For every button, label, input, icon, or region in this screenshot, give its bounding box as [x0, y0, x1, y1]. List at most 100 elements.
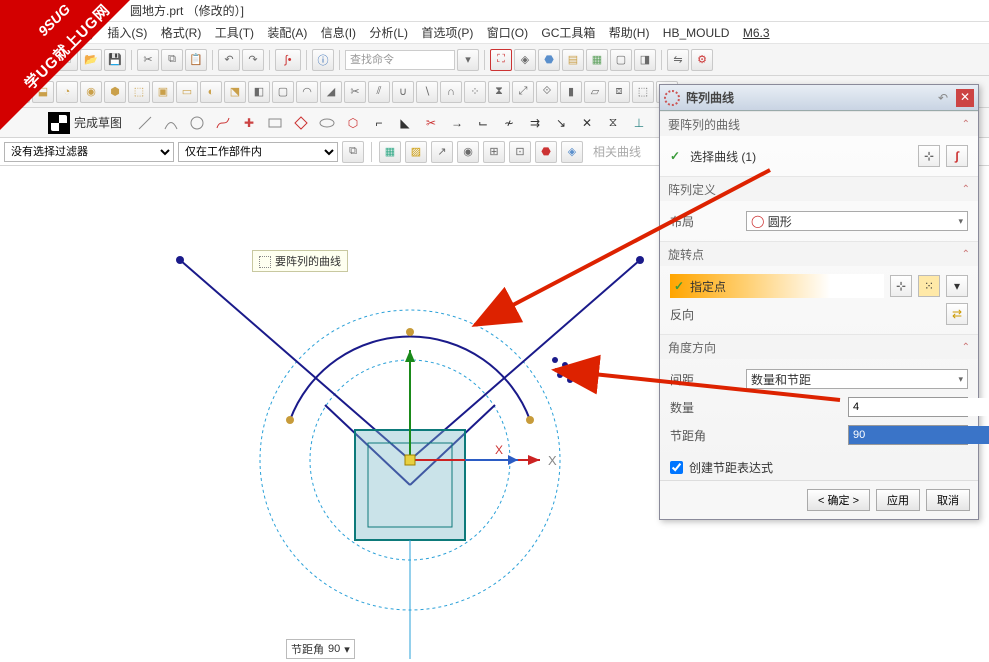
scale-icon[interactable]: ⤢ [512, 81, 534, 103]
point-icon[interactable]: ✚ [238, 112, 260, 134]
apply-button[interactable]: 应用 [876, 489, 920, 511]
layer-icon[interactable]: ▤ [562, 49, 584, 71]
pad-icon[interactable]: ▣ [152, 81, 174, 103]
clip-icon[interactable]: ◨ [634, 49, 656, 71]
extract-icon[interactable]: ⬚ [632, 81, 654, 103]
copy-icon[interactable]: ⧉ [161, 49, 183, 71]
wcs-icon[interactable]: ▦ [586, 49, 608, 71]
dialog-close-icon[interactable]: ✕ [956, 89, 974, 107]
filter-btn7-icon[interactable]: ⊡ [509, 141, 531, 163]
arc-icon[interactable] [160, 112, 182, 134]
mirror2-icon[interactable]: ⧗ [488, 81, 510, 103]
circle-icon[interactable] [186, 112, 208, 134]
constraint-icon[interactable]: ⊥ [628, 112, 650, 134]
split-icon[interactable]: ⫽ [368, 81, 390, 103]
polygon-icon[interactable] [290, 112, 312, 134]
filter-btn5-icon[interactable]: ◉ [457, 141, 479, 163]
project-icon[interactable]: ↘ [550, 112, 572, 134]
edge-icon[interactable]: ▢ [610, 49, 632, 71]
cancel-button[interactable]: 取消 [926, 489, 970, 511]
mirror3-icon[interactable]: ⧖ [602, 112, 624, 134]
chamfer-icon[interactable]: ◢ [320, 81, 342, 103]
pitch-angle-readout[interactable]: 节距角 90▾ [286, 639, 355, 659]
trim-icon[interactable]: ✂ [344, 81, 366, 103]
menu-analysis[interactable]: 分析(L) [369, 26, 408, 40]
ok-button[interactable]: < 确定 > [807, 489, 870, 511]
sheet-icon[interactable]: ▱ [584, 81, 606, 103]
point-dialog-icon[interactable]: ⁙ [918, 275, 940, 297]
menu-m63[interactable]: M6.3 [743, 26, 770, 40]
menu-window[interactable]: 窗口(O) [487, 26, 528, 40]
cut-icon[interactable]: ✂ [137, 49, 159, 71]
slot-icon[interactable]: ▭ [176, 81, 198, 103]
menu-gc[interactable]: GC工具箱 [541, 26, 595, 40]
reverse-dir-icon[interactable]: ⇄ [946, 303, 968, 325]
filter-btn4-icon[interactable]: ↗ [431, 141, 453, 163]
draft-icon[interactable]: ◧ [248, 81, 270, 103]
menu-format[interactable]: 格式(R) [161, 26, 202, 40]
point-dd-icon[interactable]: ▾ [946, 275, 968, 297]
info-toggle-icon[interactable]: ⓘ [312, 49, 334, 71]
chamfer2-icon[interactable]: ◣ [394, 112, 416, 134]
redo-icon[interactable]: ↷ [242, 49, 264, 71]
filter-btn3-icon[interactable]: ▨ [405, 141, 427, 163]
intersect2-icon[interactable]: ✕ [576, 112, 598, 134]
unite-icon[interactable]: ∪ [392, 81, 414, 103]
quick-trim-icon[interactable]: ≁ [498, 112, 520, 134]
menu-tools[interactable]: 工具(T) [215, 26, 254, 40]
collapse-icon[interactable]: ⌃ [962, 249, 970, 260]
offset2-icon[interactable]: ⇉ [524, 112, 546, 134]
dialog-reset-icon[interactable]: ↶ [934, 89, 952, 107]
curve-type-icon[interactable]: ∫ [946, 145, 968, 167]
filter-btn1-icon[interactable]: ⧉ [342, 141, 364, 163]
view-iso-icon[interactable]: ◈ [514, 49, 536, 71]
selection-filter[interactable]: 没有选择过滤器 [4, 142, 174, 162]
line-icon[interactable] [134, 112, 156, 134]
ellipse-icon[interactable] [316, 112, 338, 134]
pattern-icon[interactable]: ⁘ [464, 81, 486, 103]
fit-icon[interactable]: ⛶ [490, 49, 512, 71]
sew-icon[interactable]: ⧈ [608, 81, 630, 103]
assembly-icon[interactable]: ⚙ [691, 49, 713, 71]
fillet-icon[interactable]: ⌐ [368, 112, 390, 134]
scope-filter[interactable]: 仅在工作部件内 [178, 142, 338, 162]
spacing-select[interactable]: 数量和节距▾ [746, 369, 968, 389]
spline-icon[interactable] [212, 112, 234, 134]
point-picker-icon[interactable]: ⊹ [918, 145, 940, 167]
filter-btn2-icon[interactable]: ▦ [379, 141, 401, 163]
collapse-icon[interactable]: ⌃ [962, 342, 970, 353]
profile-icon[interactable]: ⬡ [342, 112, 364, 134]
trim2-icon[interactable]: ✂ [420, 112, 442, 134]
pitch-input[interactable]: deg ▼ [848, 425, 968, 445]
select-curve-label[interactable]: 选择曲线 (1) [690, 148, 912, 165]
pocket-icon[interactable]: ⬚ [128, 81, 150, 103]
curve-tool-icon[interactable]: ∫• [275, 49, 301, 71]
collapse-icon[interactable]: ⌃ [962, 119, 970, 130]
blend-icon[interactable]: ◠ [296, 81, 318, 103]
subtract-icon[interactable]: ∖ [416, 81, 438, 103]
menu-assembly[interactable]: 装配(A) [267, 26, 307, 40]
menu-prefs[interactable]: 首选项(P) [421, 26, 473, 40]
layout-select[interactable]: ◯ 圆形▾ [746, 211, 968, 231]
rect-icon[interactable] [264, 112, 286, 134]
menu-hb[interactable]: HB_MOULD [663, 26, 730, 40]
shade-icon[interactable]: ⬣ [538, 49, 560, 71]
undo-icon[interactable]: ↶ [218, 49, 240, 71]
intersect-icon[interactable]: ∩ [440, 81, 462, 103]
filter-btn6-icon[interactable]: ⊞ [483, 141, 505, 163]
paste-icon[interactable]: 📋 [185, 49, 207, 71]
filter-btn9-icon[interactable]: ◈ [561, 141, 583, 163]
mirror-icon[interactable]: ⇋ [667, 49, 689, 71]
offset-icon[interactable]: ⟐ [536, 81, 558, 103]
create-expr-checkbox[interactable] [670, 461, 683, 474]
rib-icon[interactable]: ⬔ [224, 81, 246, 103]
corner-icon[interactable]: ⌙ [472, 112, 494, 134]
point-constructor-icon[interactable]: ⊹ [890, 275, 912, 297]
command-search[interactable]: 查找命令 [345, 50, 455, 70]
search-dd-icon[interactable]: ▾ [457, 49, 479, 71]
extend-icon[interactable]: → [446, 112, 468, 134]
groove-icon[interactable]: ◐ [200, 81, 222, 103]
collapse-icon[interactable]: ⌃ [962, 184, 970, 195]
menu-info[interactable]: 信息(I) [321, 26, 356, 40]
specify-point-button[interactable]: 指定点 [670, 274, 884, 298]
